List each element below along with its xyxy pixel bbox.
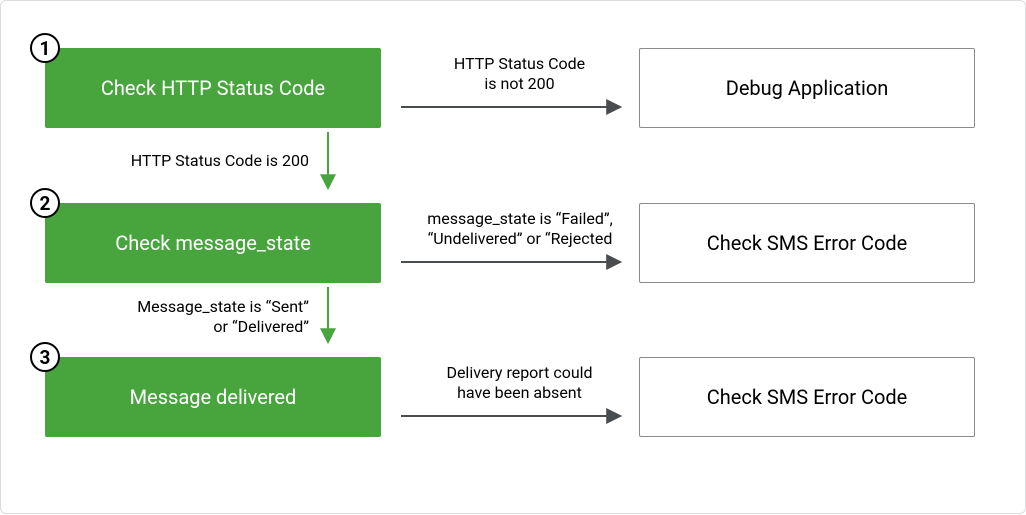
step-box-2: Check message_state (45, 203, 381, 283)
right-box-2: Check SMS Error Code (639, 203, 975, 283)
step-box-1-title: Check HTTP Status Code (101, 76, 325, 100)
step-box-2-title: Check message_state (115, 231, 311, 255)
step-box-3-title: Message delivered (130, 385, 297, 409)
right-label-2: message_state is “Failed”, “Undelivered”… (415, 209, 625, 249)
step-badge-3: 3 (30, 342, 60, 372)
right-box-1-text: Debug Application (726, 76, 889, 100)
down-label-1: HTTP Status Code is 200 (99, 151, 309, 171)
step-badge-2-num: 2 (40, 192, 51, 215)
right-box-2-text: Check SMS Error Code (707, 231, 908, 255)
step-badge-3-num: 3 (40, 346, 51, 369)
step-badge-2: 2 (30, 188, 60, 218)
right-box-3: Check SMS Error Code (639, 357, 975, 437)
right-box-3-text: Check SMS Error Code (707, 385, 908, 409)
diagram-canvas: 1 Check HTTP Status Code HTTP Status Cod… (0, 0, 1026, 514)
right-label-3: Delivery report could have been absent (427, 363, 612, 403)
step-box-3: Message delivered (45, 357, 381, 437)
right-label-1: HTTP Status Code is not 200 (427, 54, 612, 94)
step-badge-1-num: 1 (40, 37, 51, 60)
step-badge-1: 1 (30, 33, 60, 63)
step-box-1: Check HTTP Status Code (45, 48, 381, 128)
down-label-2: Message_state is “Sent” or “Delivered” (99, 297, 309, 337)
right-box-1: Debug Application (639, 48, 975, 128)
